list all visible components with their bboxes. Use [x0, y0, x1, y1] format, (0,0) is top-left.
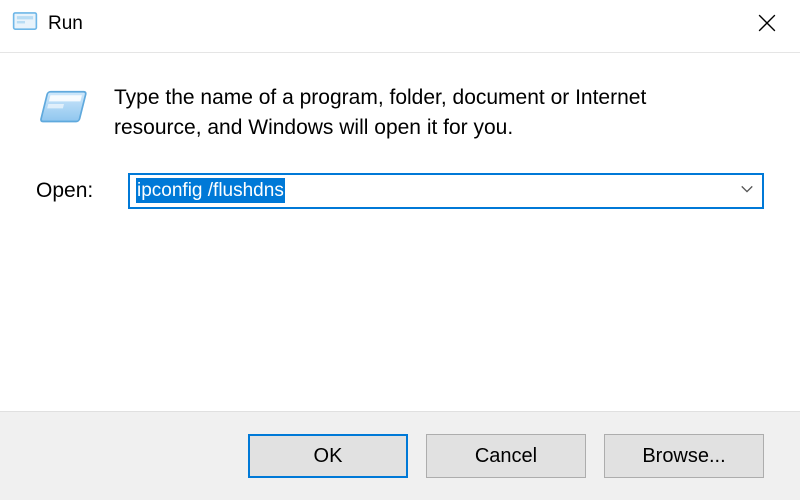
open-label: Open: — [36, 179, 108, 203]
ok-button[interactable]: OK — [248, 434, 408, 478]
dialog-body: Type the name of a program, folder, docu… — [0, 53, 800, 245]
titlebar-left: Run — [12, 8, 83, 40]
button-bar: OK Cancel Browse... — [0, 411, 800, 500]
cancel-button[interactable]: Cancel — [426, 434, 586, 478]
run-dialog: Run — [0, 0, 800, 500]
open-input[interactable]: ipconfig /flushdns — [130, 178, 732, 204]
window-title: Run — [48, 13, 83, 35]
open-dropdown-button[interactable] — [732, 180, 762, 202]
close-button[interactable] — [746, 8, 788, 40]
browse-button[interactable]: Browse... — [604, 434, 764, 478]
run-dialog-icon — [12, 8, 38, 40]
open-row: Open: ipconfig /flushdns — [36, 173, 764, 209]
open-input-selection: ipconfig /flushdns — [136, 178, 285, 203]
titlebar: Run — [0, 0, 800, 53]
description-row: Type the name of a program, folder, docu… — [36, 83, 764, 145]
close-icon — [758, 14, 776, 35]
run-dialog-large-icon — [36, 83, 92, 145]
open-combobox[interactable]: ipconfig /flushdns — [128, 173, 764, 209]
chevron-down-icon — [740, 180, 754, 202]
description-text: Type the name of a program, folder, docu… — [114, 83, 734, 144]
